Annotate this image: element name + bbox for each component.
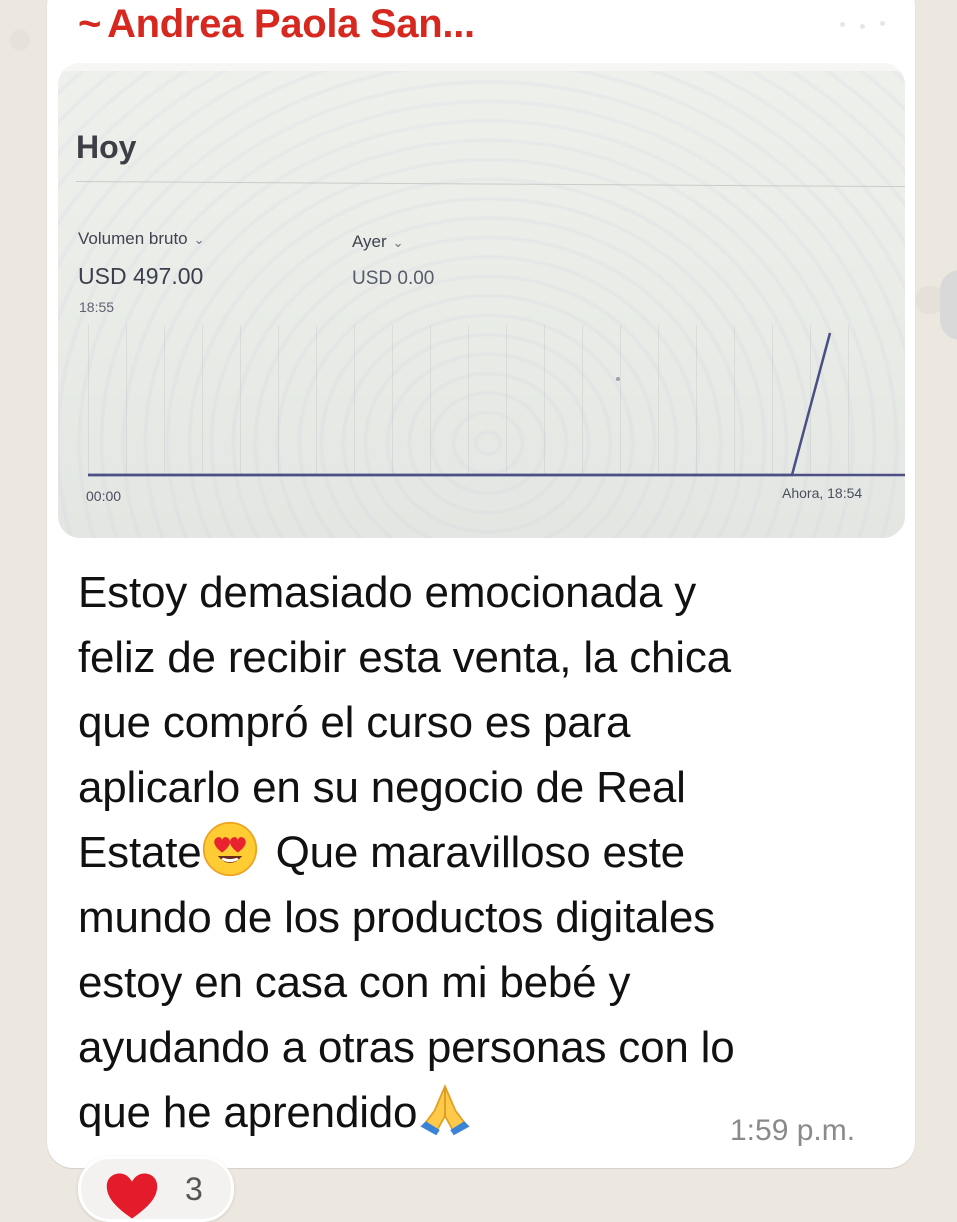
chart-dot xyxy=(616,377,620,381)
folded-hands-emoji-icon xyxy=(420,1084,470,1136)
message-text: Estoy demasiado emocionada y feliz de re… xyxy=(78,568,735,1137)
sender-name[interactable]: ~ Andrea Paola San... xyxy=(78,2,475,47)
chart-x-start-label: 00:00 xyxy=(86,488,122,504)
red-heart-icon xyxy=(106,1173,158,1219)
menu-dots-icon[interactable] xyxy=(820,18,910,38)
chart-series-line xyxy=(88,332,832,477)
reaction-count: 3 xyxy=(185,1171,203,1207)
attached-image[interactable]: Hoy Volumen bruto ⌄ USD 497.00 18:55 Ayer… xyxy=(58,63,905,538)
message-timestamp: 1:59 p.m. xyxy=(730,1114,856,1147)
scroll-indicator[interactable] xyxy=(940,270,957,340)
sales-line-chart xyxy=(88,332,905,477)
reaction-pill[interactable]: 3 xyxy=(78,1156,234,1222)
heart-eyes-emoji-icon xyxy=(202,821,257,877)
chart-x-end-label: Ahora, 18:54 xyxy=(782,485,863,501)
